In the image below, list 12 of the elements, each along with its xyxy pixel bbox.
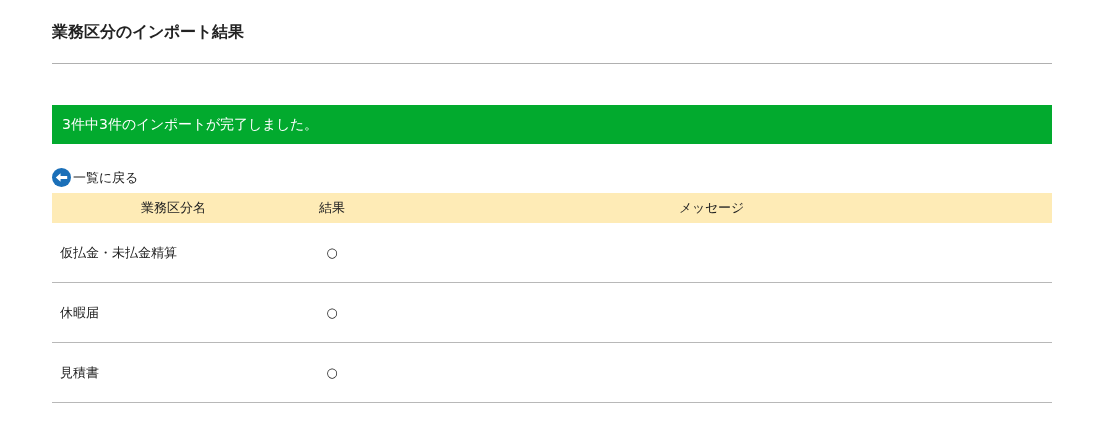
table-cell: 見積書: [60, 365, 99, 380]
column-header: 業務区分名: [52, 192, 294, 223]
column-header: 結果: [294, 192, 370, 223]
table-cell: ○: [326, 305, 338, 320]
table-cell: 休暇届: [60, 305, 99, 320]
back-link[interactable]: 一覧に戻る: [52, 168, 138, 188]
column-header: メッセージ: [370, 192, 1052, 223]
table-cell: 仮払金・未払金精算: [60, 244, 177, 260]
page-title: 業務区分のインポート結果: [52, 0, 1052, 64]
success-banner: 3件中3件のインポートが完了しました。: [52, 105, 1052, 144]
table-cell: ○: [326, 365, 338, 380]
table-cell: ○: [326, 244, 338, 260]
